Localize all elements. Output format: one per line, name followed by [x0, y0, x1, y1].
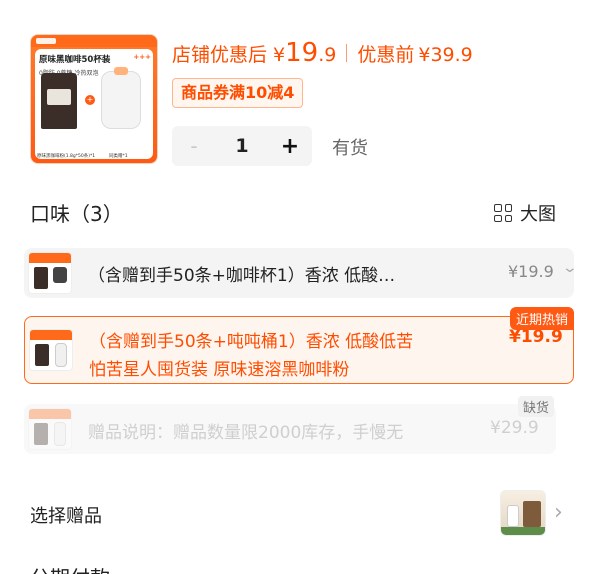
thumbnail-caption-left: 原味黑咖啡粉(1.8g*50条)*1: [37, 154, 96, 159]
gift-thumbnail: [500, 490, 546, 536]
brand-logo: [36, 38, 56, 44]
plus-icon: +: [85, 95, 95, 105]
decrease-button[interactable]: -: [172, 134, 216, 158]
stock-status: 有货: [332, 138, 368, 159]
thumbnail-plus-mark: +++: [133, 53, 151, 61]
flavor-option-1[interactable]: （含赠到手50条+咖啡杯1）香浓 低酸… ¥19.9 ⌄: [24, 248, 578, 298]
installment-section-title: 分期付款: [30, 562, 110, 574]
option-thumbnail: [29, 329, 73, 371]
option-price: ¥19.9: [509, 327, 563, 347]
grid-icon: [494, 204, 512, 222]
option-price: ¥19.9: [508, 262, 554, 281]
option-label-line1: （含赠到手50条+吨吨桶1）香浓 低酸低苦: [89, 332, 414, 352]
shop-price-decimal: .9: [318, 44, 337, 66]
price-line: 店铺优惠后 ¥ 19 .9 优惠前 ¥39.9: [172, 38, 473, 68]
thumbnail-caption-right: 同类赠*1: [109, 154, 128, 159]
big-view-label: 大图: [520, 204, 556, 225]
currency-symbol: ¥: [273, 44, 286, 66]
flavor-option-2-selected[interactable]: （含赠到手50条+吨吨桶1）香浓 低酸低苦 怕苦星人囤货装 原味速溶黑咖啡粉 ¥…: [24, 307, 574, 384]
out-of-stock-badge: 缺货: [518, 396, 555, 417]
big-view-toggle[interactable]: 大图: [494, 200, 556, 226]
shop-price-label: 店铺优惠后: [172, 44, 268, 66]
chevron-right-icon[interactable]: ›: [554, 500, 563, 525]
quantity-stepper: - 1 +: [172, 126, 312, 166]
chevron-down-icon[interactable]: ⌄: [562, 260, 578, 276]
gift-label: 选择赠品: [30, 506, 102, 527]
price-divider: [346, 44, 348, 62]
hot-sale-badge: 近期热销: [509, 307, 574, 330]
option-thumbnail: [28, 252, 72, 294]
increase-button[interactable]: +: [268, 134, 312, 159]
option-price: ¥29.9: [490, 418, 539, 438]
gift-selection-row[interactable]: 选择赠品 ›: [30, 490, 570, 540]
coffee-bag-image: [41, 73, 77, 129]
product-thumbnail[interactable]: 原味黑咖啡50杯装 0脂肪 0蔗糖 冷热双泡 +++ + 原味黑咖啡粉(1.8g…: [30, 34, 158, 164]
coupon-badge[interactable]: 商品券满10减4: [172, 78, 304, 108]
before-price-value: ¥39.9: [418, 44, 473, 66]
option-label: （含赠到手50条+咖啡杯1）香浓 低酸…: [88, 266, 396, 286]
thumbnail-header: [31, 35, 157, 47]
bottle-image: [101, 67, 141, 129]
shop-price-integer: 19: [285, 38, 319, 68]
flavor-option-3-disabled: 赠品说明：赠品数量限2000库存，手慢无 ¥29.9 缺货: [24, 396, 556, 454]
option-thumbnail: [28, 408, 72, 450]
flavor-section-title: 口味（3）: [30, 202, 123, 226]
quantity-value[interactable]: 1: [216, 135, 268, 157]
option-label: 赠品说明：赠品数量限2000库存，手慢无: [88, 423, 404, 443]
before-price-label: 优惠前: [357, 44, 415, 66]
option-label-line2: 怕苦星人囤货装 原味速溶黑咖啡粉: [89, 360, 350, 380]
